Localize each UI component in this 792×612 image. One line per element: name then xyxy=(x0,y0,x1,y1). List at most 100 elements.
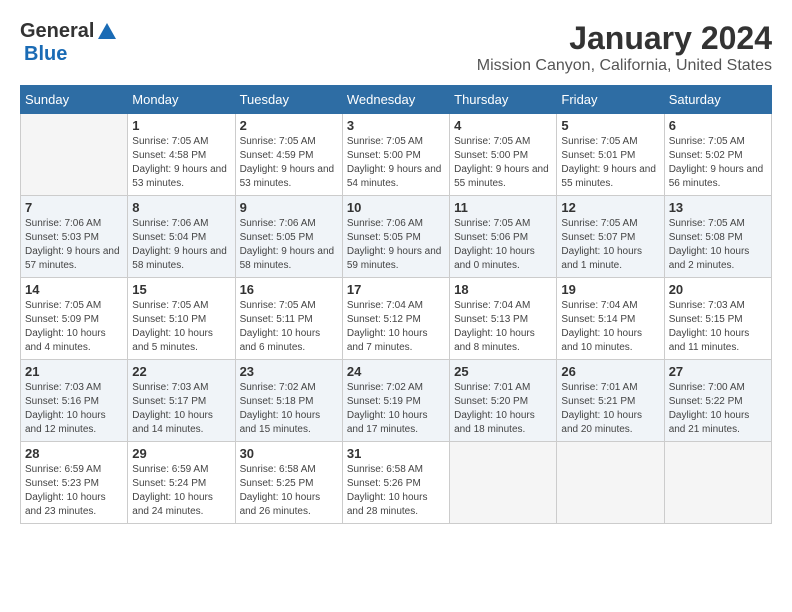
day-info: Sunrise: 7:05 AMSunset: 5:02 PMDaylight:… xyxy=(669,135,767,191)
day-info: Sunrise: 6:58 AMSunset: 5:26 PMDaylight:… xyxy=(347,463,445,519)
calendar-cell: 5 Sunrise: 7:05 AMSunset: 5:01 PMDaylight… xyxy=(557,114,664,196)
day-info: Sunrise: 6:59 AMSunset: 5:23 PMDaylight:… xyxy=(25,463,123,519)
calendar-cell: 28 Sunrise: 6:59 AMSunset: 5:23 PMDayligh… xyxy=(21,442,128,524)
logo-blue: Blue xyxy=(24,43,67,66)
day-info: Sunrise: 7:05 AMSunset: 5:00 PMDaylight:… xyxy=(347,135,445,191)
day-info: Sunrise: 7:01 AMSunset: 5:21 PMDaylight:… xyxy=(561,381,659,437)
logo-general: General xyxy=(20,20,94,43)
calendar-cell: 25Sunrise: 7:01 AMSunset: 5:20 PMDayligh… xyxy=(450,360,557,442)
calendar-cell: 7 Sunrise: 7:06 AMSunset: 5:03 PMDaylight… xyxy=(21,196,128,278)
calendar-cell: 9 Sunrise: 7:06 AMSunset: 5:05 PMDaylight… xyxy=(235,196,342,278)
calendar-cell: 6 Sunrise: 7:05 AMSunset: 5:02 PMDaylight… xyxy=(664,114,771,196)
calendar-cell: 23 Sunrise: 7:02 AMSunset: 5:18 PMDayligh… xyxy=(235,360,342,442)
calendar-cell: 29 Sunrise: 6:59 AMSunset: 5:24 PMDayligh… xyxy=(128,442,235,524)
day-info: Sunrise: 7:05 AMSunset: 5:09 PMDaylight:… xyxy=(25,299,123,355)
calendar-cell: 21Sunrise: 7:03 AMSunset: 5:16 PMDayligh… xyxy=(21,360,128,442)
calendar-cell: 16Sunrise: 7:05 AMSunset: 5:11 PMDayligh… xyxy=(235,278,342,360)
calendar-header-wednesday: Wednesday xyxy=(342,86,449,114)
day-info: Sunrise: 7:02 AMSunset: 5:18 PMDaylight:… xyxy=(240,381,338,437)
day-info: Sunrise: 6:58 AMSunset: 5:25 PMDaylight:… xyxy=(240,463,338,519)
calendar-header-tuesday: Tuesday xyxy=(235,86,342,114)
logo-icon xyxy=(96,21,118,43)
calendar-cell: 12Sunrise: 7:05 AMSunset: 5:07 PMDayligh… xyxy=(557,196,664,278)
calendar-cell: 24 Sunrise: 7:02 AMSunset: 5:19 PMDayligh… xyxy=(342,360,449,442)
calendar-cell: 1 Sunrise: 7:05 AMSunset: 4:58 PMDaylight… xyxy=(128,114,235,196)
calendar-header-sunday: Sunday xyxy=(21,86,128,114)
calendar-cell xyxy=(450,442,557,524)
calendar-cell: 22 Sunrise: 7:03 AMSunset: 5:17 PMDayligh… xyxy=(128,360,235,442)
calendar-cell: 30 Sunrise: 6:58 AMSunset: 5:25 PMDayligh… xyxy=(235,442,342,524)
day-info: Sunrise: 6:59 AMSunset: 5:24 PMDaylight:… xyxy=(132,463,230,519)
calendar-cell xyxy=(664,442,771,524)
day-info: Sunrise: 7:04 AMSunset: 5:13 PMDaylight:… xyxy=(454,299,552,355)
calendar-week-row: 21Sunrise: 7:03 AMSunset: 5:16 PMDayligh… xyxy=(21,360,772,442)
calendar-cell: 13Sunrise: 7:05 AMSunset: 5:08 PMDayligh… xyxy=(664,196,771,278)
day-number: 4 xyxy=(454,118,552,133)
day-number: 21 xyxy=(25,364,123,379)
day-number: 16 xyxy=(240,282,338,297)
logo: General Blue xyxy=(20,20,118,66)
title-section: January 2024 Mission Canyon, California,… xyxy=(477,20,772,75)
day-info: Sunrise: 7:06 AMSunset: 5:05 PMDaylight:… xyxy=(347,217,445,273)
calendar-cell: 3Sunrise: 7:05 AMSunset: 5:00 PMDaylight… xyxy=(342,114,449,196)
day-number: 2 xyxy=(240,118,338,133)
page-header: General Blue January 2024 Mission Canyon… xyxy=(20,20,772,75)
day-info: Sunrise: 7:05 AMSunset: 5:00 PMDaylight:… xyxy=(454,135,552,191)
day-number: 29 xyxy=(132,446,230,461)
calendar-cell: 10 Sunrise: 7:06 AMSunset: 5:05 PMDayligh… xyxy=(342,196,449,278)
day-info: Sunrise: 7:05 AMSunset: 5:08 PMDaylight:… xyxy=(669,217,767,273)
calendar-cell: 4 Sunrise: 7:05 AMSunset: 5:00 PMDaylight… xyxy=(450,114,557,196)
calendar-week-row: 28 Sunrise: 6:59 AMSunset: 5:23 PMDayligh… xyxy=(21,442,772,524)
calendar-cell: 11Sunrise: 7:05 AMSunset: 5:06 PMDayligh… xyxy=(450,196,557,278)
day-info: Sunrise: 7:05 AMSunset: 5:01 PMDaylight:… xyxy=(561,135,659,191)
day-number: 24 xyxy=(347,364,445,379)
day-info: Sunrise: 7:06 AMSunset: 5:03 PMDaylight:… xyxy=(25,217,123,273)
calendar-cell: 19 Sunrise: 7:04 AMSunset: 5:14 PMDayligh… xyxy=(557,278,664,360)
calendar-header-thursday: Thursday xyxy=(450,86,557,114)
calendar-cell: 27Sunrise: 7:00 AMSunset: 5:22 PMDayligh… xyxy=(664,360,771,442)
day-info: Sunrise: 7:04 AMSunset: 5:14 PMDaylight:… xyxy=(561,299,659,355)
calendar-cell: 18 Sunrise: 7:04 AMSunset: 5:13 PMDayligh… xyxy=(450,278,557,360)
day-number: 23 xyxy=(240,364,338,379)
day-number: 20 xyxy=(669,282,767,297)
day-number: 18 xyxy=(454,282,552,297)
calendar-cell: 17Sunrise: 7:04 AMSunset: 5:12 PMDayligh… xyxy=(342,278,449,360)
calendar-week-row: 1 Sunrise: 7:05 AMSunset: 4:58 PMDaylight… xyxy=(21,114,772,196)
day-info: Sunrise: 7:04 AMSunset: 5:12 PMDaylight:… xyxy=(347,299,445,355)
day-number: 26 xyxy=(561,364,659,379)
day-info: Sunrise: 7:05 AMSunset: 5:07 PMDaylight:… xyxy=(561,217,659,273)
day-number: 31 xyxy=(347,446,445,461)
day-number: 10 xyxy=(347,200,445,215)
day-number: 30 xyxy=(240,446,338,461)
calendar-cell: 31 Sunrise: 6:58 AMSunset: 5:26 PMDayligh… xyxy=(342,442,449,524)
day-info: Sunrise: 7:05 AMSunset: 5:06 PMDaylight:… xyxy=(454,217,552,273)
day-number: 5 xyxy=(561,118,659,133)
day-info: Sunrise: 7:03 AMSunset: 5:17 PMDaylight:… xyxy=(132,381,230,437)
day-number: 19 xyxy=(561,282,659,297)
day-info: Sunrise: 7:05 AMSunset: 4:59 PMDaylight:… xyxy=(240,135,338,191)
day-number: 15 xyxy=(132,282,230,297)
day-info: Sunrise: 7:06 AMSunset: 5:05 PMDaylight:… xyxy=(240,217,338,273)
day-number: 28 xyxy=(25,446,123,461)
day-number: 7 xyxy=(25,200,123,215)
calendar-week-row: 14Sunrise: 7:05 AMSunset: 5:09 PMDayligh… xyxy=(21,278,772,360)
day-info: Sunrise: 7:03 AMSunset: 5:15 PMDaylight:… xyxy=(669,299,767,355)
calendar-cell: 2 Sunrise: 7:05 AMSunset: 4:59 PMDaylight… xyxy=(235,114,342,196)
day-number: 22 xyxy=(132,364,230,379)
calendar-cell xyxy=(21,114,128,196)
calendar-header-friday: Friday xyxy=(557,86,664,114)
day-info: Sunrise: 7:06 AMSunset: 5:04 PMDaylight:… xyxy=(132,217,230,273)
calendar-cell xyxy=(557,442,664,524)
day-info: Sunrise: 7:05 AMSunset: 5:10 PMDaylight:… xyxy=(132,299,230,355)
calendar-header-monday: Monday xyxy=(128,86,235,114)
calendar-cell: 14Sunrise: 7:05 AMSunset: 5:09 PMDayligh… xyxy=(21,278,128,360)
location-subtitle: Mission Canyon, California, United State… xyxy=(477,57,772,75)
day-info: Sunrise: 7:02 AMSunset: 5:19 PMDaylight:… xyxy=(347,381,445,437)
day-number: 27 xyxy=(669,364,767,379)
day-number: 9 xyxy=(240,200,338,215)
day-number: 6 xyxy=(669,118,767,133)
calendar-cell: 26 Sunrise: 7:01 AMSunset: 5:21 PMDayligh… xyxy=(557,360,664,442)
day-number: 1 xyxy=(132,118,230,133)
day-info: Sunrise: 7:05 AMSunset: 4:58 PMDaylight:… xyxy=(132,135,230,191)
calendar-header-saturday: Saturday xyxy=(664,86,771,114)
